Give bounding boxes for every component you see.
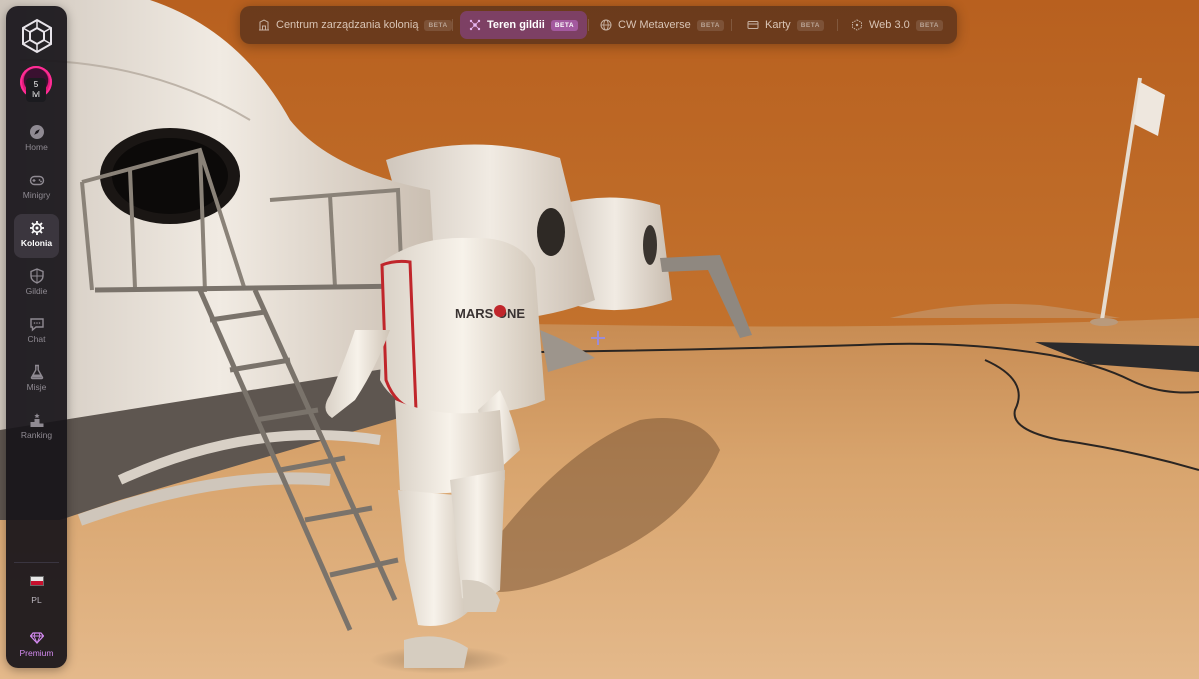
sidebar: 5 lvl Home Minigry Kolonia Gildie Chat M… <box>6 6 67 668</box>
tab-label: Teren gildii <box>487 19 545 31</box>
globe-icon <box>600 19 612 31</box>
cube-network-icon <box>852 19 862 31</box>
tab-label: Web 3.0 <box>869 19 910 31</box>
sidebar-item-kolonia[interactable]: Kolonia <box>14 214 59 258</box>
chat-bubble-icon <box>29 318 44 332</box>
sidebar-item-label: Gildie <box>25 286 48 296</box>
sidebar-item-label: Home <box>25 142 48 152</box>
tab-separator <box>588 19 589 31</box>
sidebar-item-home[interactable]: Home <box>14 118 59 162</box>
top-navigation: Centrum zarządzania kolonią BETA Teren g… <box>240 6 957 44</box>
backpack-logo: MARS ONE <box>455 306 525 321</box>
sidebar-item-ranking[interactable]: Ranking <box>14 406 59 450</box>
sidebar-item-minigry[interactable]: Minigry <box>14 166 59 210</box>
tab-separator <box>452 19 453 31</box>
beta-badge: BETA <box>424 19 452 31</box>
flask-icon <box>30 364 43 380</box>
sidebar-divider <box>14 562 59 563</box>
language-label: PL <box>31 595 42 605</box>
shield-icon <box>29 268 44 284</box>
tab-separator <box>837 19 838 31</box>
logo-cube-icon[interactable] <box>21 18 53 54</box>
diamond-icon <box>29 632 44 644</box>
beta-badge: BETA <box>696 19 724 31</box>
beta-badge: BETA <box>550 19 579 31</box>
sidebar-item-label: Kolonia <box>20 238 53 248</box>
tab-web-3-0[interactable]: Web 3.0 BETA <box>842 11 952 39</box>
sidebar-item-label: Ranking <box>20 430 53 440</box>
tab-label: Karty <box>765 19 791 31</box>
beta-badge: BETA <box>796 19 824 31</box>
gamepad-icon <box>29 175 44 186</box>
premium-label: Premium <box>19 648 54 658</box>
cards-icon <box>747 21 759 29</box>
tab-karty[interactable]: Karty BETA <box>738 11 833 39</box>
tab-centrum-zarzadzania-kolonia[interactable]: Centrum zarządzania kolonią BETA <box>249 11 461 39</box>
tab-teren-gildii[interactable]: Teren gildii BETA <box>460 11 588 39</box>
premium-button[interactable]: Premium <box>12 628 61 664</box>
building-icon <box>259 19 269 31</box>
tab-separator <box>731 19 732 31</box>
sidebar-item-misje[interactable]: Misje <box>14 358 59 402</box>
sidebar-item-chat[interactable]: Chat <box>14 310 59 354</box>
sidebar-item-label: Minigry <box>22 190 51 200</box>
user-level-value: 5 <box>33 80 39 89</box>
sidebar-item-label: Chat <box>27 334 46 344</box>
beta-badge: BETA <box>915 19 943 31</box>
tab-label: CW Metaverse <box>618 19 691 31</box>
crosshair-icon <box>591 331 605 345</box>
tab-cw-metaverse[interactable]: CW Metaverse BETA <box>591 11 733 39</box>
user-level-badge: 5 lvl <box>26 78 46 102</box>
guild-terrain-icon <box>469 19 481 31</box>
tab-label: Centrum zarządzania kolonią <box>276 19 419 31</box>
user-level-unit: lvl <box>32 90 40 99</box>
sidebar-item-gildie[interactable]: Gildie <box>14 262 59 306</box>
sidebar-item-label: Misje <box>26 382 47 392</box>
colony-gear-icon <box>29 221 44 235</box>
poland-flag-icon <box>29 576 44 586</box>
podium-icon <box>30 413 43 427</box>
language-selector[interactable]: PL <box>14 572 59 610</box>
compass-icon <box>29 125 44 139</box>
